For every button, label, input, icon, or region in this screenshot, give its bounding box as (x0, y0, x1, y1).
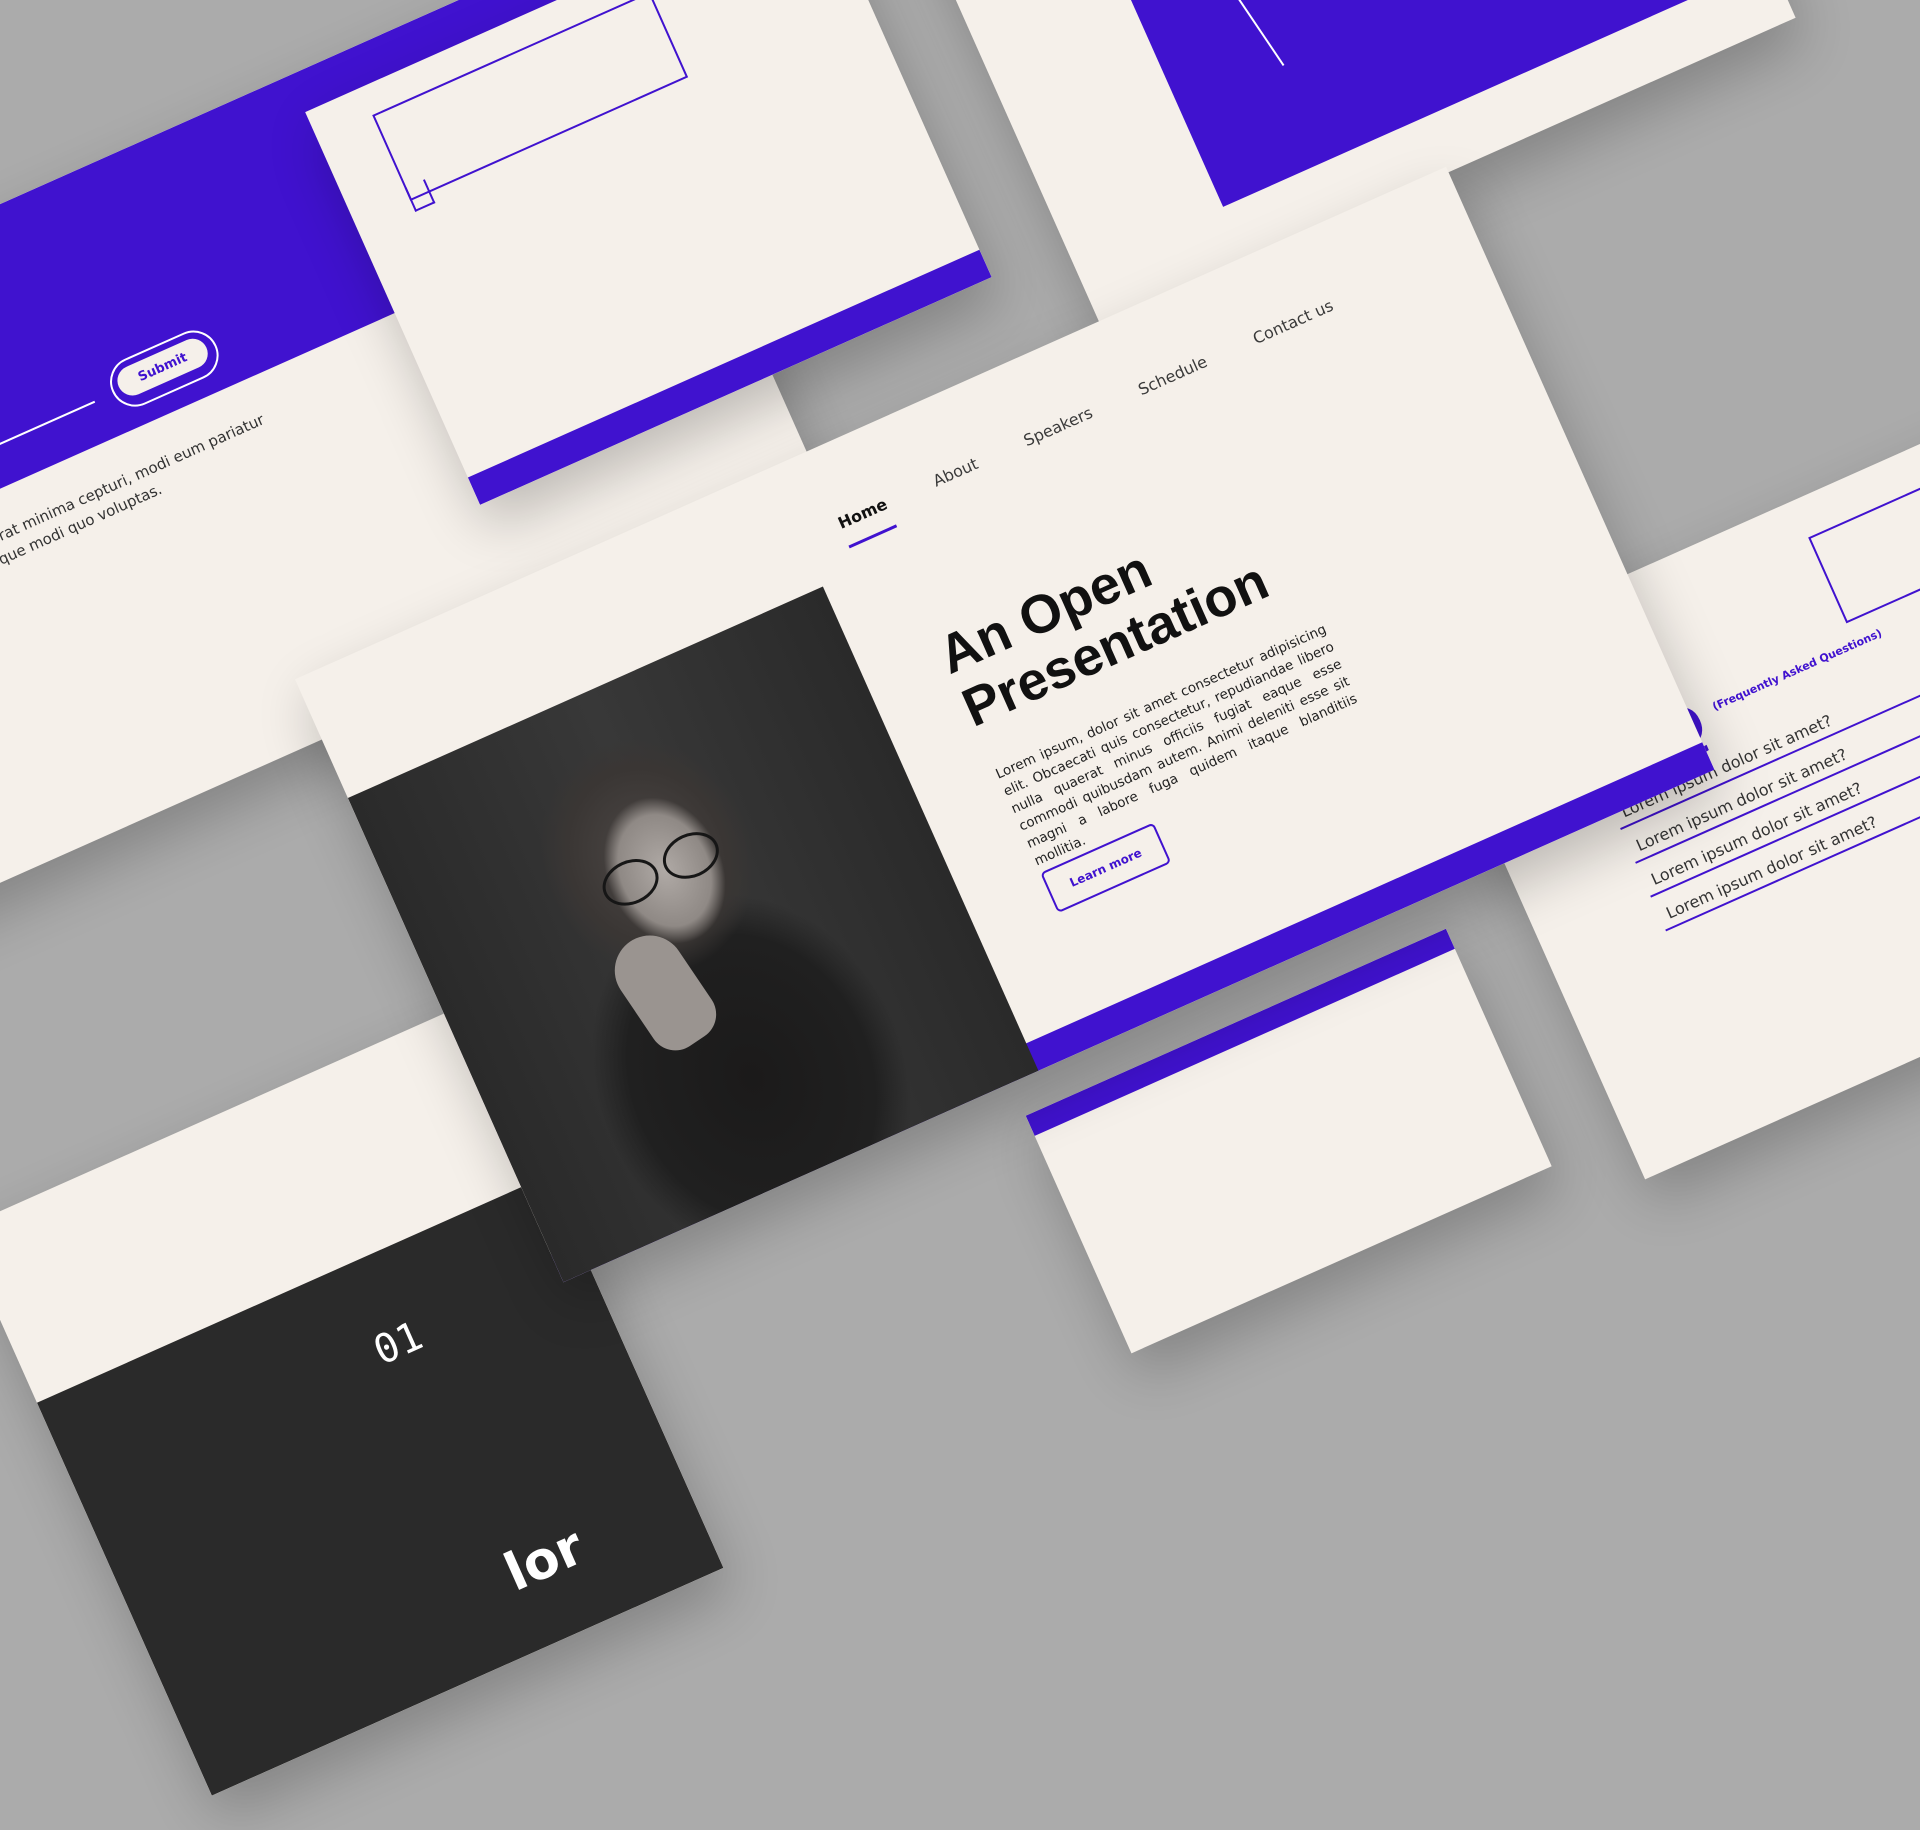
outline-frame (1808, 413, 1920, 624)
photo-hand (601, 921, 727, 1061)
nav-item-schedule[interactable]: Schedule (1135, 352, 1217, 415)
nav-item-speakers[interactable]: Speakers (1021, 403, 1103, 466)
nav-item-contact[interactable]: Contact us (1250, 296, 1343, 364)
photo-glasses (595, 821, 730, 915)
slides-stage: r Submit ectetur adipisicing elit. Ea qu… (0, 0, 1920, 1796)
dark-panel (36, 1174, 724, 1796)
nav-item-home[interactable]: Home (835, 494, 898, 549)
nav-item-about[interactable]: About (930, 454, 988, 506)
